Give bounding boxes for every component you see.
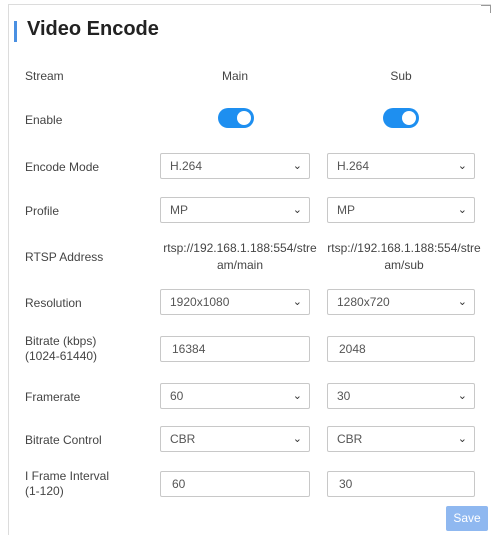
- sub-bitrate-input[interactable]: 2048: [327, 336, 475, 362]
- select-value: 1920x1080: [170, 295, 230, 309]
- select-value: CBR: [170, 432, 196, 446]
- bitrate-label-range: (1024-61440): [25, 349, 98, 363]
- chevron-down-icon: ⌄: [292, 296, 302, 308]
- chevron-down-icon: ⌄: [457, 296, 467, 308]
- title-accent-bar: [14, 21, 17, 42]
- sub-rtsp-address: rtsp://192.168.1.188:554/stre am/sub: [324, 240, 484, 274]
- select-value: 30: [337, 389, 351, 403]
- chevron-down-icon: ⌄: [292, 433, 302, 445]
- sub-iframe-interval-input[interactable]: 30: [327, 471, 475, 497]
- toggle-knob: [402, 111, 416, 125]
- iframe-label-line: I Frame Interval: [25, 469, 110, 483]
- sub-enable-toggle[interactable]: [383, 108, 419, 128]
- select-value: H.264: [337, 159, 370, 173]
- bitrate-control-label: Bitrate Control: [25, 433, 102, 447]
- sub-bitrate-control-select[interactable]: CBR ⌄: [327, 426, 475, 452]
- bitrate-label-line: Bitrate (kbps): [25, 334, 97, 348]
- stream-label: Stream: [25, 69, 64, 83]
- main-rtsp-address: rtsp://192.168.1.188:554/stre am/main: [160, 240, 320, 274]
- framerate-label: Framerate: [25, 390, 81, 404]
- select-value: H.264: [170, 159, 203, 173]
- select-value: CBR: [337, 432, 363, 446]
- main-enable-toggle[interactable]: [218, 108, 254, 128]
- resolution-label: Resolution: [25, 296, 82, 310]
- toggle-knob: [237, 111, 251, 125]
- rtsp-line: am/sub: [384, 258, 424, 272]
- bitrate-label: Bitrate (kbps) (1024-61440): [25, 334, 97, 364]
- chevron-down-icon: ⌄: [457, 204, 467, 216]
- rtsp-line: rtsp://192.168.1.188:554/stre: [163, 241, 317, 255]
- enable-label: Enable: [25, 113, 63, 127]
- sub-encode-mode-select[interactable]: H.264 ⌄: [327, 153, 475, 179]
- chevron-down-icon: ⌄: [457, 390, 467, 402]
- panel-corner: [481, 5, 491, 13]
- main-resolution-select[interactable]: 1920x1080 ⌄: [160, 289, 310, 315]
- sub-resolution-select[interactable]: 1280x720 ⌄: [327, 289, 475, 315]
- main-bitrate-control-select[interactable]: CBR ⌄: [160, 426, 310, 452]
- rtsp-line: am/main: [216, 258, 263, 272]
- chevron-down-icon: ⌄: [292, 160, 302, 172]
- column-main-header: Main: [221, 69, 248, 83]
- iframe-interval-label: I Frame Interval (1-120): [25, 469, 109, 499]
- select-value: 1280x720: [337, 295, 390, 309]
- encode-mode-label: Encode Mode: [25, 160, 100, 174]
- column-sub-header: Sub: [390, 69, 412, 83]
- main-iframe-interval-input[interactable]: 60: [160, 471, 310, 497]
- select-value: 60: [170, 389, 184, 403]
- main-framerate-select[interactable]: 60 ⌄: [160, 383, 310, 409]
- main-encode-mode-select[interactable]: H.264 ⌄: [160, 153, 310, 179]
- profile-label: Profile: [25, 204, 60, 218]
- iframe-label-range: (1-120): [25, 484, 64, 498]
- chevron-down-icon: ⌄: [292, 204, 302, 216]
- chevron-down-icon: ⌄: [457, 433, 467, 445]
- main-profile-select[interactable]: MP ⌄: [160, 197, 310, 223]
- select-value: MP: [170, 203, 188, 217]
- select-value: MP: [337, 203, 355, 217]
- chevron-down-icon: ⌄: [457, 160, 467, 172]
- page-title: Video Encode: [27, 18, 159, 40]
- rtsp-line: rtsp://192.168.1.188:554/stre: [327, 241, 481, 255]
- main-bitrate-input[interactable]: 16384: [160, 336, 310, 362]
- sub-profile-select[interactable]: MP ⌄: [327, 197, 475, 223]
- save-button[interactable]: Save: [446, 506, 488, 531]
- chevron-down-icon: ⌄: [292, 390, 302, 402]
- sub-framerate-select[interactable]: 30 ⌄: [327, 383, 475, 409]
- rtsp-address-label: RTSP Address: [25, 250, 104, 264]
